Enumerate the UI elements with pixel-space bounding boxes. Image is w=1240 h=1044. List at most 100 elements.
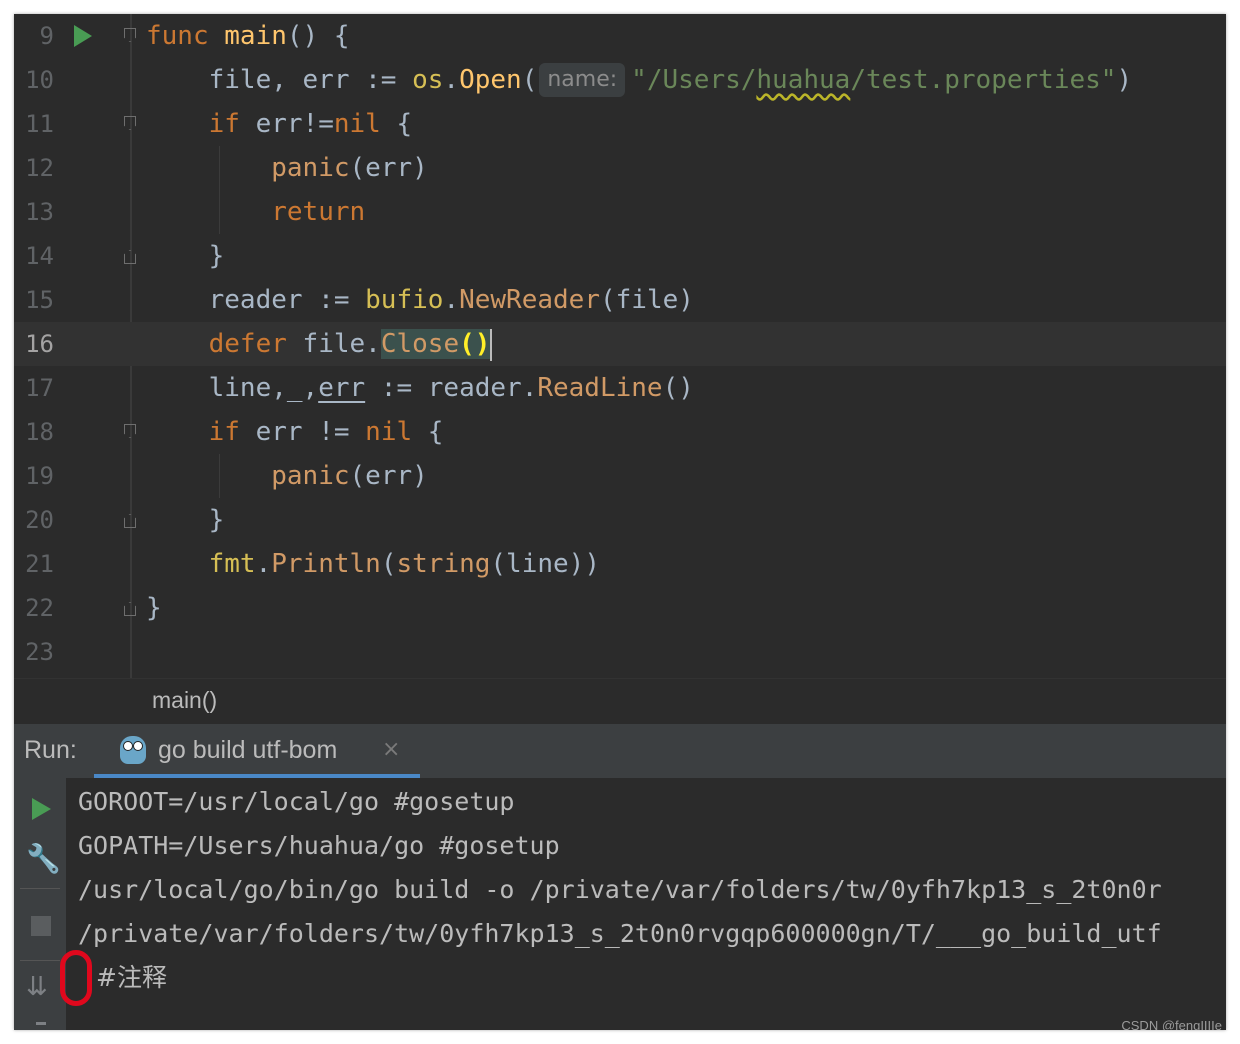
code-token: () { (286, 21, 350, 51)
line-number[interactable]: 20 (14, 498, 54, 542)
line-number[interactable]: 22 (14, 586, 54, 630)
line-number[interactable]: 13 (14, 190, 54, 234)
line-number[interactable]: 21 (14, 542, 54, 586)
breadcrumb-item-main[interactable]: main() (152, 687, 217, 714)
code-token: (err) (349, 153, 428, 183)
code-text: } (146, 234, 225, 278)
line-number[interactable]: 11 (14, 102, 54, 146)
line-number[interactable]: 18 (14, 410, 54, 454)
code-token: "/Users/ (631, 65, 757, 95)
scroll-to-end-icon[interactable]: ⇊ (26, 972, 48, 1002)
line-number[interactable]: 14 (14, 234, 54, 278)
code-line[interactable]: 21 fmt.Println(string(line)) (14, 542, 1226, 586)
code-token: Close (380, 329, 460, 359)
fold-collapse-icon[interactable] (124, 424, 136, 438)
code-token: () (459, 329, 491, 359)
code-line[interactable]: 14 } (14, 234, 1226, 278)
code-text: defer file.Close() (146, 322, 493, 366)
watermark: CSDN @fengIIIIe (1121, 1018, 1222, 1030)
fold-collapse-icon[interactable] (124, 116, 136, 130)
code-token: () (662, 373, 694, 403)
run-triangle-icon[interactable] (74, 25, 92, 47)
code-token: . (443, 285, 460, 315)
code-line[interactable]: 11 if err!=nil { (14, 102, 1226, 146)
fold-end-icon[interactable] (124, 514, 136, 528)
line-number[interactable]: 12 (14, 146, 54, 190)
stop-icon[interactable] (31, 916, 51, 936)
code-token: if (208, 109, 240, 139)
code-line[interactable]: 23 (14, 630, 1226, 674)
code-token: string (396, 549, 491, 579)
code-line[interactable]: 10 file, err := os.Open(name: "/Users/hua… (14, 58, 1226, 102)
code-line[interactable]: 16 defer file.Close() (14, 322, 1226, 366)
fold-collapse-icon[interactable] (124, 28, 136, 42)
code-token: line,_, (146, 373, 319, 403)
code-text: panic(err) (146, 454, 428, 498)
code-line[interactable]: 19 panic(err) (14, 454, 1226, 498)
line-number[interactable]: 16 (14, 322, 54, 366)
console-line: GOROOT=/usr/local/go #gosetup (78, 787, 515, 816)
code-line[interactable]: 12 panic(err) (14, 146, 1226, 190)
code-token: err!= (239, 109, 334, 139)
code-token: NewReader (459, 285, 600, 315)
run-panel-header: Run: go build utf-bom × (14, 724, 1226, 779)
console-line: /usr/local/go/bin/go build -o /private/v… (78, 875, 1162, 904)
code-line[interactable]: 9 func main() { (14, 14, 1226, 58)
rerun-icon[interactable] (32, 798, 51, 820)
code-token: } (146, 505, 225, 535)
code-token: Println (271, 549, 381, 579)
code-token: os (412, 65, 444, 95)
tab-go-build-utf-bom[interactable]: go build utf-bom × (94, 724, 420, 778)
code-text: line,_,err := reader.ReadLine() (146, 366, 694, 410)
code-token: file. (286, 329, 381, 359)
code-token: Open (459, 65, 522, 95)
code-text: file, err := os.Open(name: "/Users/huahua… (146, 58, 1132, 102)
code-text: } (146, 498, 225, 542)
wrench-icon[interactable]: 🔧 (26, 842, 61, 875)
console-line: /private/var/folders/tw/0yfh7kp13_s_2t0n… (78, 919, 1162, 948)
code-text: return (146, 190, 365, 234)
code-token: ( (521, 65, 538, 95)
line-number[interactable]: 10 (14, 58, 54, 102)
code-token: . (255, 549, 272, 579)
code-token: reader := (146, 285, 366, 315)
code-token: { (412, 417, 444, 447)
code-text: if err != nil { (146, 410, 444, 454)
line-number[interactable]: 15 (14, 278, 54, 322)
code-token: } (146, 593, 162, 623)
parameter-hint: name: (539, 63, 626, 97)
toolbar-divider (20, 888, 60, 889)
code-token: } (146, 241, 225, 271)
code-line[interactable]: 13 return (14, 190, 1226, 234)
code-line[interactable]: 18 if err != nil { (14, 410, 1226, 454)
line-number[interactable]: 23 (14, 630, 54, 674)
code-line[interactable]: 17 line,_,err := reader.ReadLine() (14, 366, 1226, 410)
line-number[interactable]: 19 (14, 454, 54, 498)
code-token: . (443, 65, 460, 95)
close-icon[interactable]: × (382, 737, 400, 762)
console-line: #注释 (96, 963, 167, 992)
line-number[interactable]: 9 (14, 14, 54, 58)
more-icon[interactable] (36, 1022, 46, 1025)
code-token: ( (380, 549, 397, 579)
code-text: panic(err) (146, 146, 428, 190)
ide-window: 9 func main() {10 file, err := os.Open(na… (14, 14, 1226, 1030)
code-editor[interactable]: 9 func main() {10 file, err := os.Open(na… (14, 14, 1226, 678)
code-token: panic (271, 461, 350, 491)
fold-end-icon[interactable] (124, 602, 136, 616)
code-token: ReadLine (537, 373, 663, 403)
line-number[interactable]: 17 (14, 366, 54, 410)
code-token: /test.properties" (850, 65, 1117, 95)
code-line[interactable]: 20 } (14, 498, 1226, 542)
code-line[interactable]: 15 reader := bufio.NewReader(file) (14, 278, 1226, 322)
code-line[interactable]: 22} (14, 586, 1226, 630)
code-text: fmt.Println(string(line)) (146, 542, 600, 586)
code-text: } (146, 586, 162, 630)
annotation-circle (60, 950, 92, 1006)
fold-end-icon[interactable] (124, 250, 136, 264)
run-console[interactable]: 🔧 ⇊ GOROOT=/usr/local/go #gosetup GOPATH… (14, 778, 1226, 1030)
